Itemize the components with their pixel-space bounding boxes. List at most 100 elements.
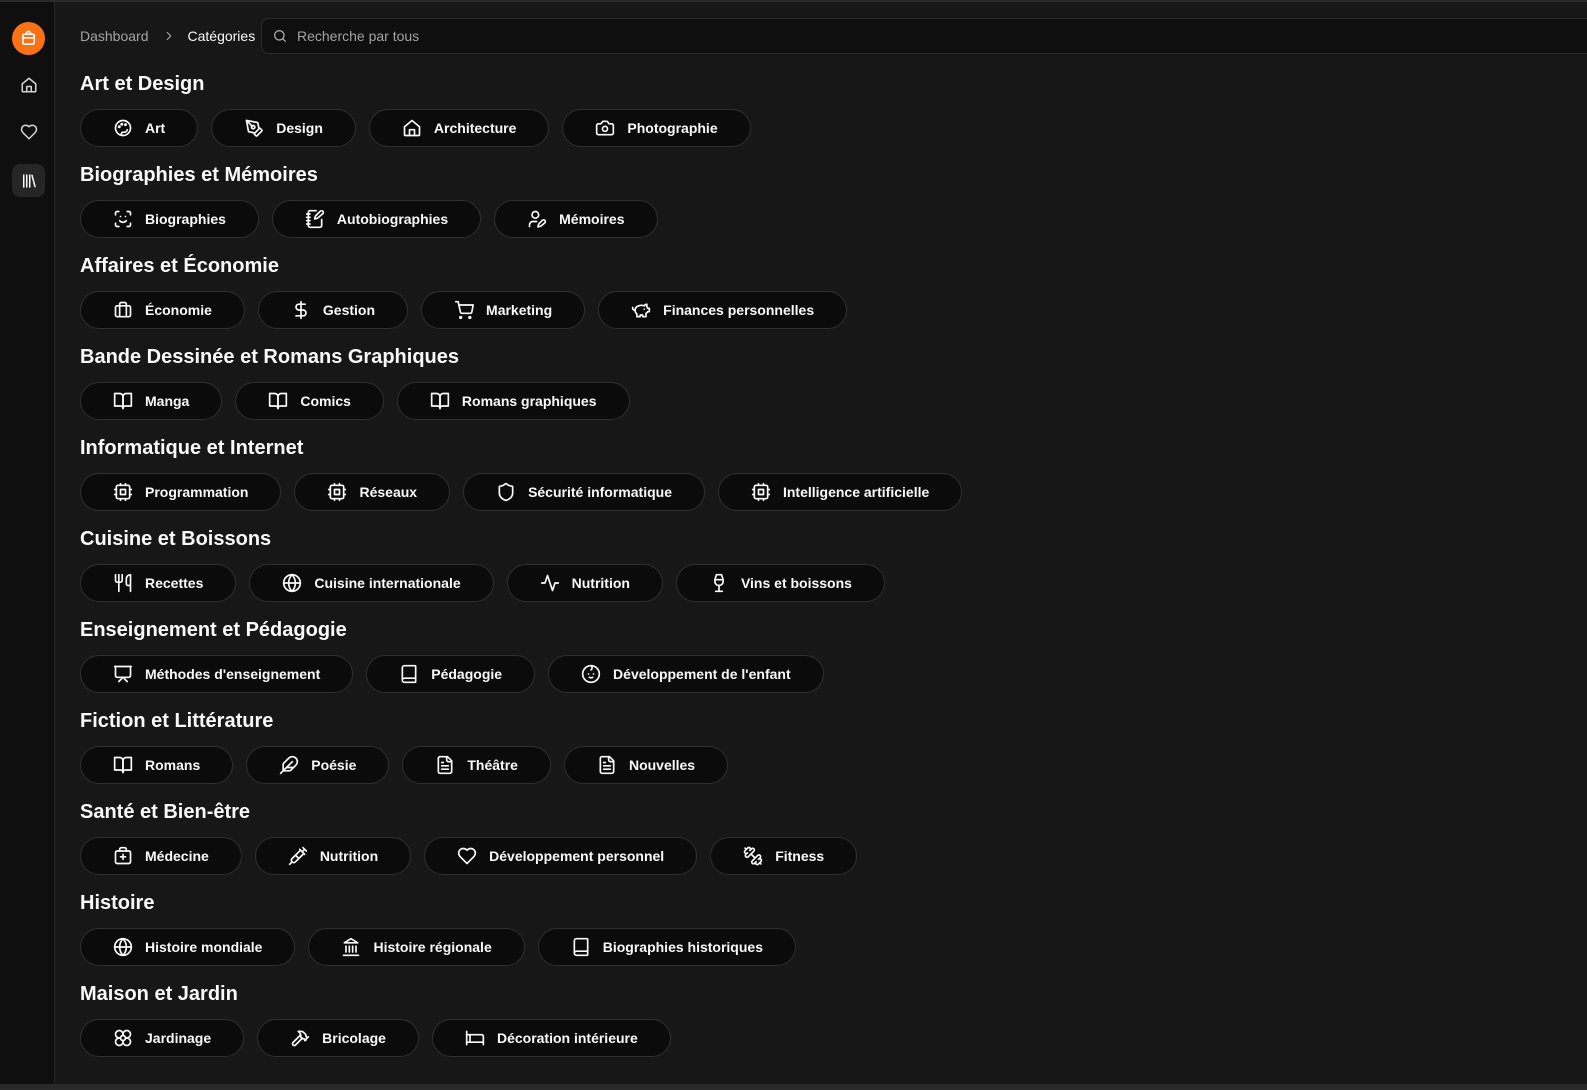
- category-chip-manga[interactable]: Manga: [80, 382, 223, 420]
- category-chip-theatre[interactable]: Théâtre: [402, 746, 551, 784]
- category-chip-label: Mémoires: [559, 211, 625, 227]
- search-icon: [272, 28, 288, 44]
- section-title: Maison et Jardin: [80, 983, 238, 1005]
- top-header: Dashboard Catégories: [80, 18, 1587, 54]
- category-chip-fitness[interactable]: Fitness: [710, 837, 858, 875]
- category-chip-nouvelles[interactable]: Nouvelles: [563, 746, 729, 784]
- category-chip-label: Réseaux: [359, 484, 418, 500]
- category-chip-decoration-interieure[interactable]: Décoration intérieure: [431, 1019, 671, 1057]
- dollar-icon: [291, 300, 311, 320]
- category-chip-list: Art Design Architecture Photographie: [80, 109, 1560, 147]
- category-chip-securite-informatique[interactable]: Sécurité informatique: [463, 473, 705, 511]
- home-icon: [402, 118, 422, 138]
- category-chip-developpement-personnel[interactable]: Développement personnel: [424, 837, 698, 875]
- category-chip-recettes[interactable]: Recettes: [80, 564, 237, 602]
- category-chip-histoire-mondiale[interactable]: Histoire mondiale: [80, 928, 296, 966]
- sidebar-item-home[interactable]: [12, 68, 45, 101]
- category-section-biographies-et-memoires: Biographies et Mémoires Biographies Autobi…: [80, 159, 1560, 250]
- brand-logo-button[interactable]: [12, 22, 45, 55]
- category-chip-reseaux[interactable]: Réseaux: [294, 473, 451, 511]
- medkit-icon: [113, 846, 133, 866]
- category-chip-pedagogie[interactable]: Pédagogie: [366, 655, 536, 693]
- category-chip-gestion[interactable]: Gestion: [257, 291, 409, 329]
- sidebar-item-favorites[interactable]: [12, 115, 45, 148]
- category-chip-label: Théâtre: [467, 757, 518, 773]
- category-chip-bricolage[interactable]: Bricolage: [257, 1019, 419, 1057]
- category-chip-design[interactable]: Design: [211, 109, 356, 147]
- category-chip-photographie[interactable]: Photographie: [562, 109, 751, 147]
- category-chip-autobiographies[interactable]: Autobiographies: [271, 200, 482, 238]
- search-box[interactable]: [261, 18, 1587, 54]
- category-section-cuisine-et-boissons: Cuisine et Boissons Recettes Cuisine inter…: [80, 523, 1560, 614]
- category-chip-histoire-regionale[interactable]: Histoire régionale: [308, 928, 525, 966]
- category-chip-label: Économie: [145, 302, 212, 318]
- category-chip-label: Manga: [145, 393, 190, 409]
- category-chip-jardinage[interactable]: Jardinage: [80, 1019, 245, 1057]
- category-chip-list: Médecine Nutrition Développement personnel…: [80, 837, 1560, 875]
- category-section-histoire: Histoire Histoire mondiale Histoire région…: [80, 887, 1560, 978]
- category-chip-methodes-d-enseignement[interactable]: Méthodes d'enseignement: [80, 655, 354, 693]
- category-chip-label: Comics: [300, 393, 351, 409]
- baby-icon: [581, 664, 601, 684]
- book-open-icon: [430, 391, 450, 411]
- section-title: Santé et Bien-être: [80, 801, 251, 823]
- category-chip-comics[interactable]: Comics: [235, 382, 384, 420]
- category-chip-marketing[interactable]: Marketing: [421, 291, 586, 329]
- category-chip-biographies[interactable]: Biographies: [80, 200, 259, 238]
- category-chip-art[interactable]: Art: [80, 109, 199, 147]
- category-chip-cuisine-internationale[interactable]: Cuisine internationale: [249, 564, 494, 602]
- category-section-fiction-et-litterature: Fiction et Littérature Romans Poésie Théâtr…: [80, 705, 1560, 796]
- section-title: Art et Design: [80, 73, 205, 95]
- sidebar-item-library[interactable]: [12, 164, 45, 197]
- category-section-enseignement-et-pedagogie: Enseignement et Pédagogie Méthodes d'ense…: [80, 614, 1560, 705]
- category-chip-nutrition[interactable]: Nutrition: [254, 837, 412, 875]
- category-chip-label: Biographies: [145, 211, 226, 227]
- hammer-icon: [290, 1028, 310, 1048]
- chevron-right-icon: [162, 29, 176, 43]
- category-chip-nutrition[interactable]: Nutrition: [506, 564, 663, 602]
- category-chip-label: Histoire régionale: [373, 939, 492, 955]
- book-icon: [399, 664, 419, 684]
- heart-icon: [20, 124, 37, 139]
- category-chip-memoires[interactable]: Mémoires: [494, 200, 658, 238]
- category-chip-economie[interactable]: Économie: [80, 291, 245, 329]
- piggy-bank-icon: [631, 300, 651, 320]
- presentation-icon: [113, 664, 133, 684]
- category-chip-label: Design: [276, 120, 323, 136]
- category-chip-intelligence-artificielle[interactable]: Intelligence artificielle: [717, 473, 963, 511]
- category-chip-finances-personnelles[interactable]: Finances personnelles: [598, 291, 848, 329]
- pen-tool-icon: [244, 118, 264, 138]
- category-chip-label: Vins et boissons: [740, 575, 852, 591]
- category-chip-romans-graphiques[interactable]: Romans graphiques: [396, 382, 630, 420]
- category-chip-biographies-historiques[interactable]: Biographies historiques: [537, 928, 796, 966]
- category-chip-label: Bricolage: [322, 1030, 386, 1046]
- category-section-art-et-design: Art et Design Art Design Architecture Photog…: [80, 68, 1560, 159]
- category-chip-medecine[interactable]: Médecine: [80, 837, 242, 875]
- category-chip-poesie[interactable]: Poésie: [246, 746, 390, 784]
- breadcrumb-dashboard-link[interactable]: Dashboard: [80, 28, 149, 44]
- section-title: Biographies et Mémoires: [80, 164, 318, 186]
- utensils-icon: [113, 573, 133, 593]
- category-chip-label: Pédagogie: [431, 666, 503, 682]
- category-chip-developpement-de-l-enfant[interactable]: Développement de l'enfant: [548, 655, 824, 693]
- breadcrumb-current-page: Catégories: [187, 28, 256, 44]
- category-chip-vins-et-boissons[interactable]: Vins et boissons: [675, 564, 885, 602]
- category-chip-romans[interactable]: Romans: [80, 746, 234, 784]
- category-chip-label: Développement de l'enfant: [613, 666, 791, 682]
- file-text-icon: [435, 755, 455, 775]
- cpu-icon: [751, 482, 771, 502]
- category-section-sante-et-bien-etre: Santé et Bien-être Médecine Nutrition Dével…: [80, 796, 1560, 887]
- category-chip-list: Histoire mondiale Histoire régionale Biogr…: [80, 928, 1560, 966]
- category-chip-label: Fitness: [775, 848, 825, 864]
- window-bottom-border: [0, 1084, 1587, 1090]
- shield-icon: [496, 482, 516, 502]
- briefcase-icon: [113, 300, 133, 320]
- category-chip-label: Médecine: [145, 848, 209, 864]
- search-input[interactable]: [295, 27, 1499, 45]
- syringe-icon: [288, 846, 308, 866]
- category-chip-label: Méthodes d'enseignement: [145, 666, 321, 682]
- category-chip-architecture[interactable]: Architecture: [368, 109, 550, 147]
- category-chip-programmation[interactable]: Programmation: [80, 473, 282, 511]
- category-chip-list: Manga Comics Romans graphiques: [80, 382, 1560, 420]
- scan-face-icon: [113, 209, 133, 229]
